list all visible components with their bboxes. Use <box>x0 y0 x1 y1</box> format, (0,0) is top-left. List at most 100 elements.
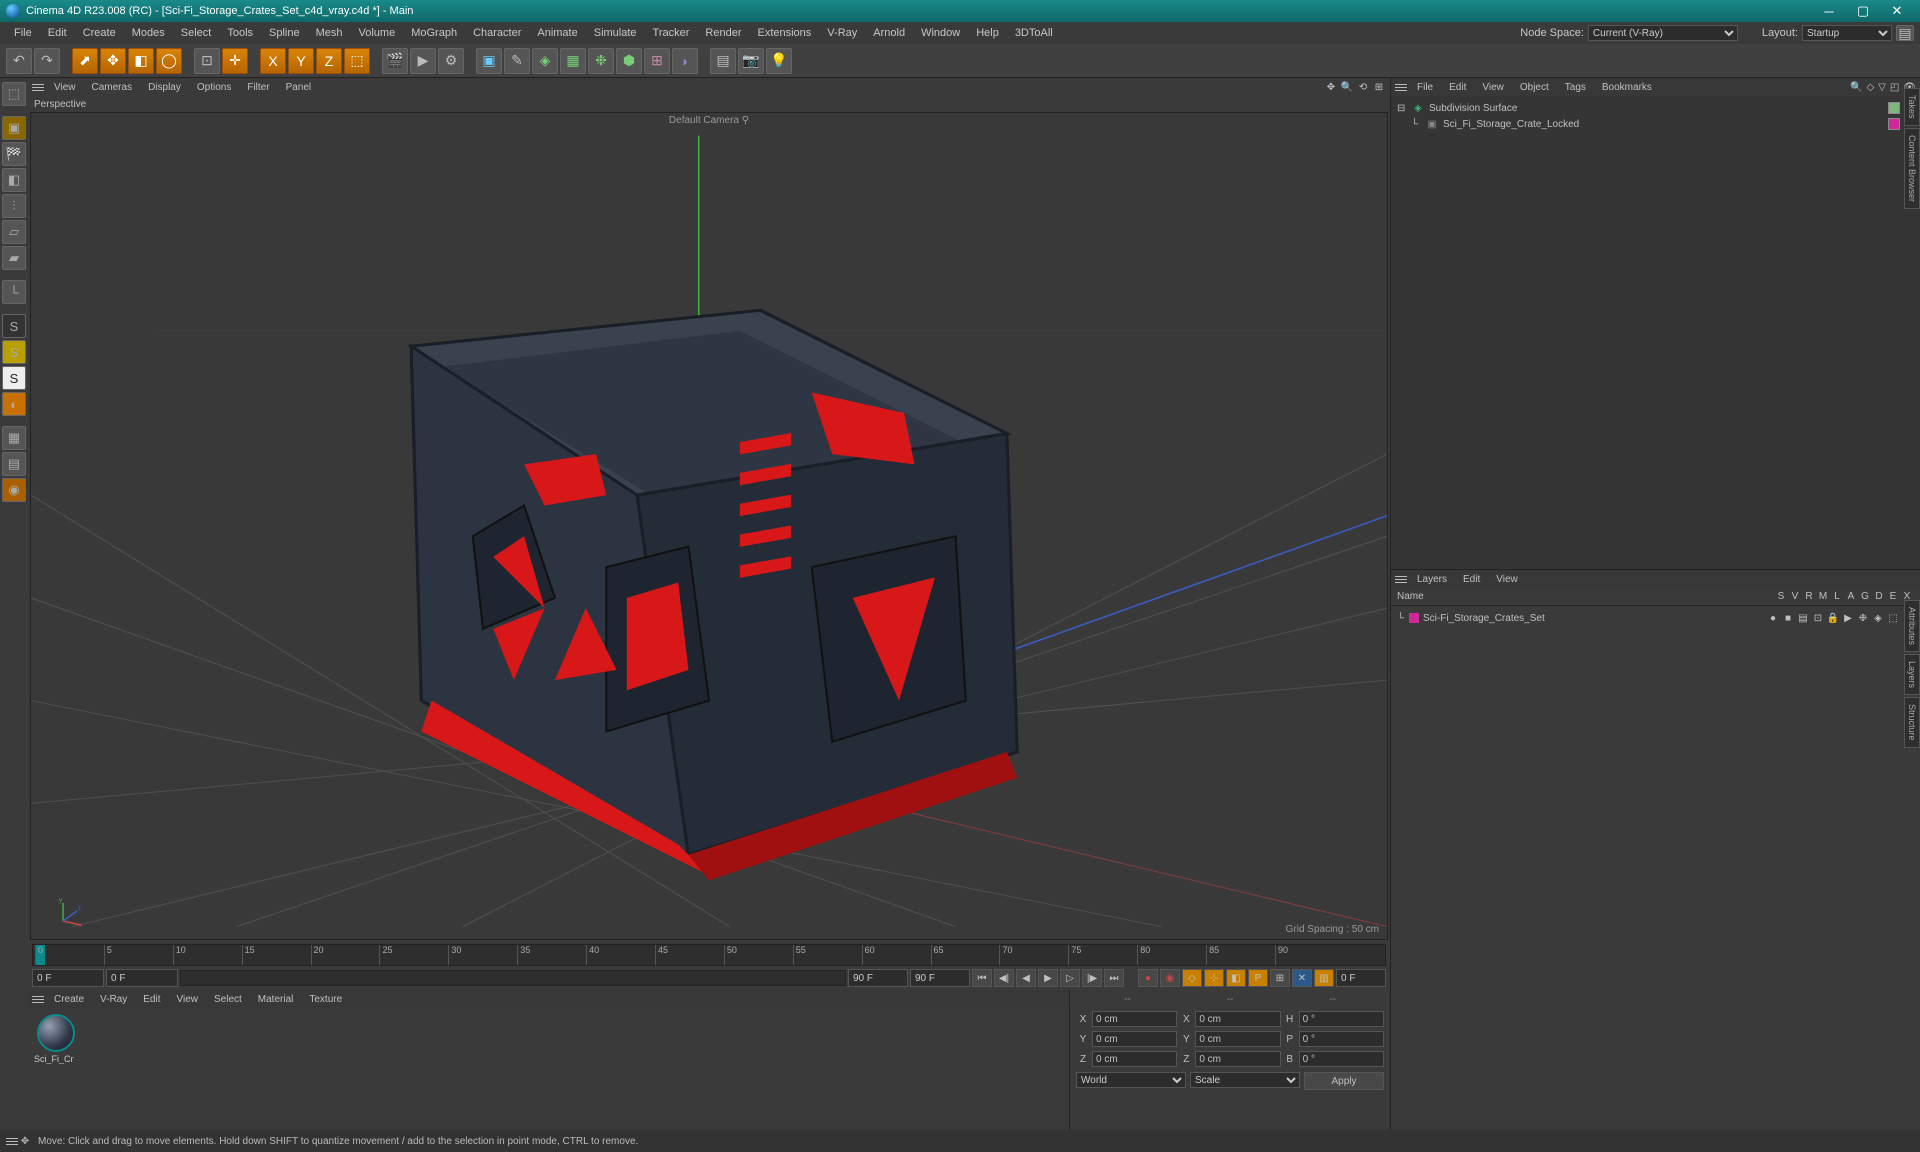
coord-pos-z[interactable]: 0 cm <box>1092 1051 1177 1067</box>
snap-toggle-2[interactable]: S <box>2 340 26 364</box>
axis-mode[interactable]: └ <box>2 280 26 304</box>
menu-arnold[interactable]: Arnold <box>865 27 913 39</box>
vtab-structure[interactable]: Structure <box>1904 697 1920 748</box>
record-button[interactable]: ● <box>1138 969 1158 987</box>
obj-menu-object[interactable]: Object <box>1512 82 1557 93</box>
select-tool[interactable]: ⬈ <box>72 48 98 74</box>
apply-button[interactable]: Apply <box>1304 1072 1384 1090</box>
minimize-button[interactable]: ─ <box>1812 2 1846 20</box>
layer-hamburger-icon[interactable] <box>1395 576 1407 583</box>
layer-solo-icon[interactable]: ● <box>1767 612 1779 624</box>
field-generator[interactable]: ⊞ <box>644 48 670 74</box>
volume-generator[interactable]: ❉ <box>588 48 614 74</box>
object-tag[interactable] <box>1888 102 1900 114</box>
filter2-icon[interactable]: ▽ <box>1878 82 1886 93</box>
layer-gen-icon[interactable]: ❉ <box>1857 612 1869 624</box>
layer-view-icon[interactable]: ■ <box>1782 612 1794 624</box>
layer-expr-icon[interactable]: ⬚ <box>1887 612 1899 624</box>
deformer[interactable]: ◗ <box>672 48 698 74</box>
viewport-hamburger-icon[interactable] <box>32 84 44 91</box>
mat-menu-select[interactable]: Select <box>206 994 250 1005</box>
coord-size-x[interactable]: 0 cm <box>1195 1011 1280 1027</box>
edge-mode[interactable]: ▱ <box>2 220 26 244</box>
obj-menu-view[interactable]: View <box>1474 82 1512 93</box>
menu-character[interactable]: Character <box>465 27 529 39</box>
vtab-content-browser[interactable]: Content Browser <box>1904 128 1920 209</box>
snap-settings-icon[interactable]: ▤ <box>2 452 26 476</box>
next-key-button[interactable]: |▶ <box>1082 969 1102 987</box>
layer-row[interactable]: └ Sci-Fi_Storage_Crates_Set ● ■ ▤ ⊡ 🔒 ▶ … <box>1397 610 1914 626</box>
menu-animate[interactable]: Animate <box>529 27 585 39</box>
object-tree[interactable]: ⊟◈Subdivision Surface✓└▣Sci_Fi_Storage_C… <box>1391 96 1920 569</box>
coord-size-y[interactable]: 0 cm <box>1195 1031 1280 1047</box>
recent-tool[interactable]: ⊡ <box>194 48 220 74</box>
timeline-right-field[interactable]: 0 F <box>1336 969 1386 987</box>
timeline-scrollbar[interactable] <box>180 970 846 986</box>
coord-size-z[interactable]: 0 cm <box>1195 1051 1280 1067</box>
menu-volume[interactable]: Volume <box>351 27 404 39</box>
node-space-select[interactable]: Current (V-Ray) <box>1588 25 1738 41</box>
mat-menu-texture[interactable]: Texture <box>301 994 350 1005</box>
quantize-toggle[interactable]: ◐ <box>2 392 26 416</box>
workplane-icon[interactable]: ▦ <box>2 426 26 450</box>
poly-mode[interactable]: ▰ <box>2 246 26 270</box>
layer-menu-view[interactable]: View <box>1488 574 1526 585</box>
rotate-tool[interactable]: ◯ <box>156 48 182 74</box>
menu-v-ray[interactable]: V-Ray <box>819 27 865 39</box>
prev-frame-button[interactable]: ◀ <box>1016 969 1036 987</box>
render-settings-button[interactable]: ⚙ <box>438 48 464 74</box>
vp-menu-display[interactable]: Display <box>140 82 189 93</box>
material-thumb[interactable]: Sci_Fi_Cr <box>34 1014 78 1124</box>
timeline-start-field[interactable]: 0 F <box>32 969 104 987</box>
camera-object[interactable]: 📷 <box>738 48 764 74</box>
cube-primitive[interactable]: ▣ <box>476 48 502 74</box>
subdiv-generator[interactable]: ◈ <box>532 48 558 74</box>
live-select-icon[interactable]: ⬚ <box>2 82 26 106</box>
rot-key-button[interactable]: P <box>1248 969 1268 987</box>
timeline-ruler[interactable]: 051015202530354045505560657075808590 <box>32 944 1386 966</box>
layout-menu-icon[interactable]: ▤ <box>1896 25 1914 41</box>
filter-icon[interactable]: ◇ <box>1866 82 1874 93</box>
layer-lock-icon[interactable]: 🔒 <box>1827 612 1839 624</box>
object-hamburger-icon[interactable] <box>1395 84 1407 91</box>
layer-color-swatch[interactable] <box>1409 613 1419 623</box>
layout-select[interactable]: Startup <box>1802 25 1892 41</box>
z-axis-toggle[interactable]: Z <box>316 48 342 74</box>
anim-mode-button[interactable]: ✕ <box>1292 969 1312 987</box>
redo-button[interactable]: ↷ <box>34 48 60 74</box>
light-object[interactable]: 💡 <box>766 48 792 74</box>
layer-def-icon[interactable]: ◈ <box>1872 612 1884 624</box>
menu-extensions[interactable]: Extensions <box>749 27 819 39</box>
snap-toggle-3[interactable]: S <box>2 366 26 390</box>
obj-menu-tags[interactable]: Tags <box>1557 82 1594 93</box>
menu-3dtoall[interactable]: 3DToAll <box>1007 27 1061 39</box>
status-hamburger-icon[interactable] <box>6 1138 18 1145</box>
menu-help[interactable]: Help <box>968 27 1007 39</box>
menu-tracker[interactable]: Tracker <box>645 27 698 39</box>
obj-menu-file[interactable]: File <box>1409 82 1441 93</box>
coord-world-select[interactable]: World <box>1076 1072 1186 1088</box>
x-axis-toggle[interactable]: X <box>260 48 286 74</box>
goto-end-button[interactable]: ⏭ <box>1104 969 1124 987</box>
undo-button[interactable]: ↶ <box>6 48 32 74</box>
scale-tool[interactable]: ◧ <box>128 48 154 74</box>
object-tag[interactable] <box>1888 118 1900 130</box>
pen-tool[interactable]: ✎ <box>504 48 530 74</box>
coord-system[interactable]: ⬚ <box>344 48 370 74</box>
cloner-generator[interactable]: ⬢ <box>616 48 642 74</box>
timeline-current-field[interactable]: 0 F <box>106 969 178 987</box>
render-view-button[interactable]: 🎬 <box>382 48 408 74</box>
layer-menu-layers[interactable]: Layers <box>1409 574 1455 585</box>
timeline-end-field[interactable]: 90 F <box>848 969 908 987</box>
vp-move-icon[interactable]: ✥ <box>1324 80 1338 94</box>
menu-mesh[interactable]: Mesh <box>308 27 351 39</box>
layer-render-icon[interactable]: ▤ <box>1797 612 1809 624</box>
menu-render[interactable]: Render <box>697 27 749 39</box>
render-pv-button[interactable]: ▶ <box>410 48 436 74</box>
menu-select[interactable]: Select <box>173 27 220 39</box>
menu-modes[interactable]: Modes <box>124 27 173 39</box>
workplane-mode[interactable]: ◧ <box>2 168 26 192</box>
vtab-takes[interactable]: Takes <box>1904 88 1920 126</box>
coord-rot-b[interactable]: 0 ° <box>1299 1051 1384 1067</box>
vp-menu-panel[interactable]: Panel <box>278 82 320 93</box>
